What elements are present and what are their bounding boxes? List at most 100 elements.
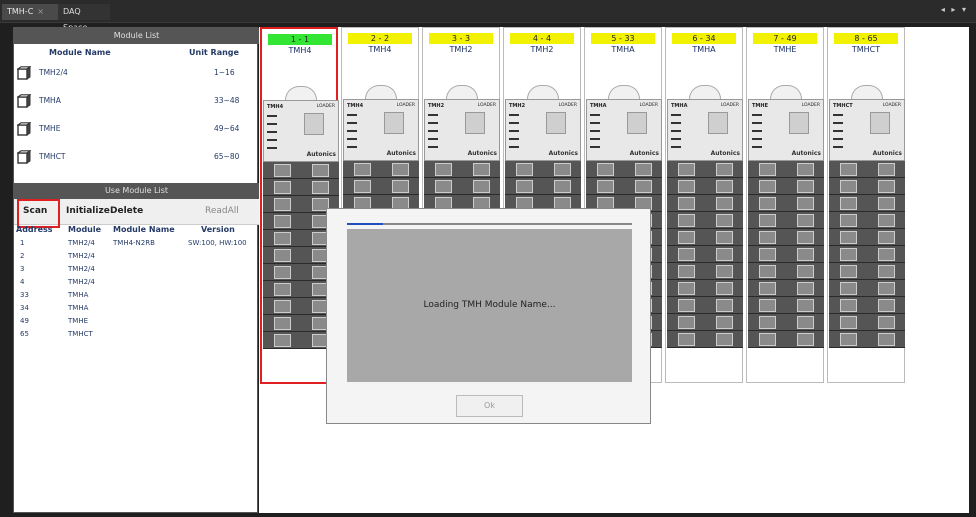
terminal-block (263, 162, 339, 179)
terminal-block (829, 314, 905, 331)
module-range: 1~16 (214, 68, 235, 77)
cell-module: TMH2/4 (68, 239, 95, 247)
module-card[interactable]: 8 - 65 TMHCT TMHCT LOADER Autonics (827, 27, 905, 383)
address-badge: 6 - 34 (672, 33, 736, 44)
device-port (304, 113, 324, 135)
terminal-block (748, 161, 824, 178)
module-list-item[interactable]: TMHE 49~64 (14, 120, 259, 140)
device-loader-label: LOADER (558, 103, 577, 108)
cell-address: 4 (20, 278, 25, 286)
device-brand-label: Autonics (467, 150, 497, 157)
table-row[interactable]: 34 TMHA (14, 304, 259, 317)
address-badge: 5 - 33 (591, 33, 655, 44)
cell-address: 1 (20, 239, 25, 247)
module-icon (17, 66, 31, 80)
cell-module: TMHCT (68, 330, 93, 338)
address-badge: 2 - 2 (348, 33, 412, 44)
terminal-block (263, 179, 339, 196)
cell-address: 2 (20, 252, 25, 260)
terminal-block (667, 229, 743, 246)
module-list-item[interactable]: TMHA 33~48 (14, 92, 259, 112)
cell-address: 3 (20, 265, 25, 273)
module-range: 49~64 (214, 124, 240, 133)
cell-module-name: TMH4-N2RB (113, 239, 155, 247)
module-list-item[interactable]: TMH2/4 1~16 (14, 64, 259, 84)
terminal-block (748, 280, 824, 297)
use-module-list-header: Use Module List (14, 183, 259, 199)
module-list-header: Module List (14, 28, 259, 44)
col-version: Version (201, 225, 235, 234)
readall-button[interactable]: ReadAll (205, 206, 239, 216)
cell-module: TMH2/4 (68, 265, 95, 273)
table-row[interactable]: 3 TMH2/4 (14, 265, 259, 278)
card-title: TMH2 (530, 45, 554, 54)
terminal-block (829, 178, 905, 195)
terminal-block (748, 297, 824, 314)
device-brand-label: Autonics (710, 150, 740, 157)
tab-daq-space[interactable]: DAQ Space (58, 4, 110, 32)
cell-module: TMH2/4 (68, 278, 95, 286)
device-port (789, 112, 809, 134)
address-badge: 4 - 4 (510, 33, 574, 44)
cell-module: TMHA (68, 291, 89, 299)
device-port (708, 112, 728, 134)
table-row[interactable]: 1 TMH2/4 TMH4-N2RB SW:100, HW:100 (14, 239, 259, 252)
device-brand-label: Autonics (386, 150, 416, 157)
address-badge: 7 - 49 (753, 33, 817, 44)
module-card[interactable]: 6 - 34 TMHA TMHA LOADER Autonics (665, 27, 743, 383)
device-port (465, 112, 485, 134)
cell-module: TMHE (68, 317, 89, 325)
module-card[interactable]: 7 - 49 TMHE TMHE LOADER Autonics (746, 27, 824, 383)
device-image: TMHCT LOADER Autonics (829, 83, 905, 363)
cell-address: 33 (20, 291, 29, 299)
col-module: Module (68, 225, 102, 234)
cell-address: 34 (20, 304, 29, 312)
card-title: TMHA (692, 45, 716, 54)
cell-module: TMHA (68, 304, 89, 312)
cell-address: 65 (20, 330, 29, 338)
table-row[interactable]: 4 TMH2/4 (14, 278, 259, 291)
device-model-label: TMHA (590, 103, 607, 109)
tab-tmh-c[interactable]: TMH-C × (2, 4, 58, 20)
terminal-block (748, 178, 824, 195)
module-icon (17, 94, 31, 108)
device-loader-label: LOADER (882, 103, 901, 108)
table-row[interactable]: 49 TMHE (14, 317, 259, 330)
terminal-block (748, 263, 824, 280)
terminal-block (586, 161, 662, 178)
initialize-button[interactable]: Initialize (66, 206, 110, 216)
app-window: TMH-C× DAQ Space ◂ ▸ ▾ Module List Modul… (0, 0, 976, 517)
delete-button[interactable]: Delete (110, 206, 143, 216)
terminal-block (829, 263, 905, 280)
device-loader-label: LOADER (477, 103, 496, 108)
close-icon[interactable]: × (37, 7, 44, 16)
table-row[interactable]: 33 TMHA (14, 291, 259, 304)
left-panel: Module List Module Name Unit Range TMH2/… (13, 27, 259, 513)
col-unit-range: Unit Range (189, 48, 239, 57)
table-row[interactable]: 65 TMHCT (14, 330, 259, 343)
terminal-block (829, 161, 905, 178)
address-badge: 8 - 65 (834, 33, 898, 44)
card-title: TMHA (611, 45, 635, 54)
col-address: Address (16, 225, 53, 234)
device-model-label: TMHE (752, 103, 768, 109)
device-brand-label: Autonics (872, 150, 902, 157)
device-brand-label: Autonics (306, 151, 336, 158)
terminal-block (667, 161, 743, 178)
tab-scroll-controls[interactable]: ◂ ▸ ▾ (941, 5, 968, 14)
loading-dialog: Loading TMH Module Name... Ok (326, 208, 651, 424)
device-model-label: TMH2 (509, 103, 526, 109)
device-brand-label: Autonics (548, 150, 578, 157)
card-title: TMH4 (288, 46, 312, 55)
terminal-block (667, 212, 743, 229)
device-model-label: TMHCT (833, 103, 853, 109)
terminal-block (748, 314, 824, 331)
col-module-name: Module Name (49, 48, 111, 57)
table-row[interactable]: 2 TMH2/4 (14, 252, 259, 265)
device-brand-label: Autonics (791, 150, 821, 157)
terminal-block (667, 246, 743, 263)
module-list-item[interactable]: TMHCT 65~80 (14, 148, 259, 168)
terminal-block (505, 178, 581, 195)
card-title: TMH2 (449, 45, 473, 54)
ok-button[interactable]: Ok (456, 395, 523, 417)
